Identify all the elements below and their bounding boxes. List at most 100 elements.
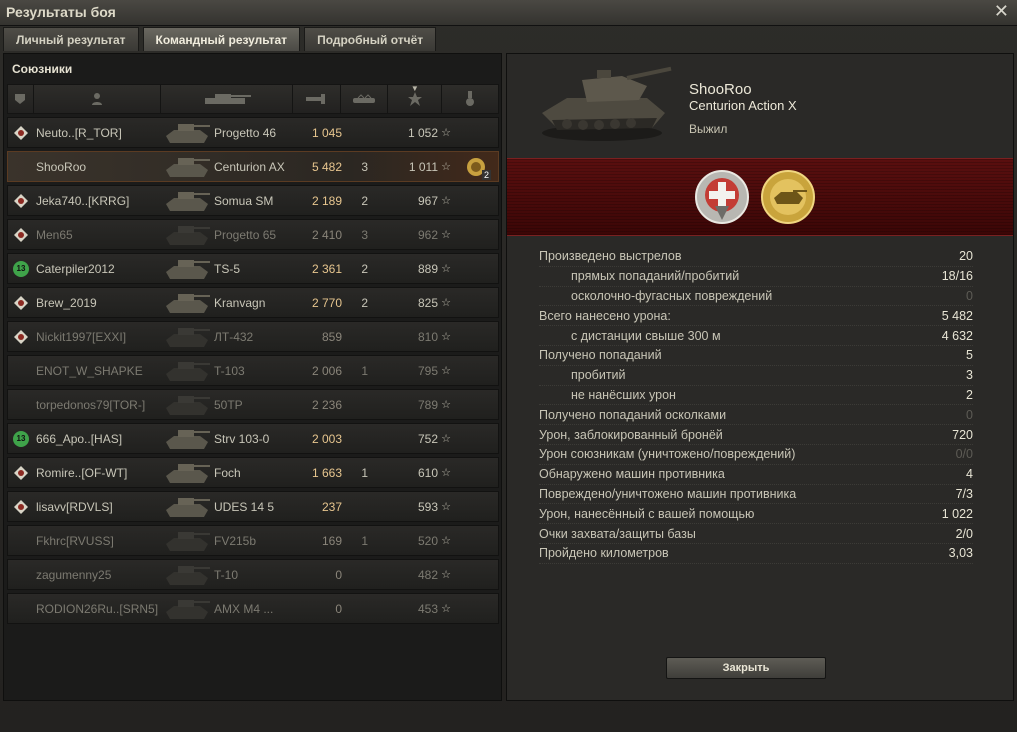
xp-value: 962 [417, 227, 438, 242]
vehicle-name: 50TP [214, 397, 243, 412]
tank-icon [162, 220, 210, 249]
frags-icon[interactable] [341, 85, 389, 113]
xp-value: 1 052 [407, 125, 438, 140]
stat-value: 20 [959, 249, 973, 264]
platoon-cell [8, 193, 34, 209]
damage-value: 2 003 [311, 431, 342, 446]
damage-value: 2 006 [311, 363, 342, 378]
player-name: Caterpiler2012 [36, 261, 115, 276]
player-name: Neuto..[R_TOR] [36, 125, 122, 140]
close-button[interactable]: Закрыть [666, 657, 826, 679]
vehicle-name: TS-5 [214, 261, 241, 276]
table-row[interactable]: 13 Caterpiler2012 TS-5 2 361 2 889 ☆ [7, 253, 499, 284]
table-row[interactable]: lisavv[RDVLS] UDES 14 5 237 593 ☆ [7, 491, 499, 522]
title-bar: Результаты боя ✕ [0, 0, 1017, 26]
stats-list: Произведено выстрелов 20 прямых попаданий/… [539, 247, 973, 564]
stat-row: не нанёсших урон 2 [539, 386, 973, 406]
tank-icon [162, 288, 210, 317]
medal-count: 2 [481, 169, 491, 180]
platoon-cell: 13 [8, 260, 34, 277]
table-row[interactable]: torpedonos79[TOR-] 50TP 2 236 789 ☆ [7, 389, 499, 420]
frags-value: 2 [361, 261, 368, 276]
stat-row: Урон, нанесённый с вашей помощью 1 022 [539, 504, 973, 525]
table-row[interactable]: Jeka740..[KRRG] Somua SM 2 189 2 967 ☆ [7, 185, 499, 216]
player-name: 666_Apo..[HAS] [36, 431, 123, 446]
vehicle-name: Centurion AX [214, 159, 285, 174]
tab-bar: Личный результат Командный результат Под… [3, 27, 440, 51]
stat-row: Урон союзникам (уничтожено/повреждений) 0… [539, 445, 973, 465]
player-name: Jeka740..[KRRG] [36, 193, 130, 208]
tab-personal[interactable]: Личный результат [3, 27, 139, 51]
window-title: Результаты боя [6, 4, 116, 20]
table-row[interactable]: ShooRoo Centurion AX 5 482 3 1 011 ☆ 2 [7, 151, 499, 182]
stat-value: 5 [966, 348, 973, 363]
stat-value: 1 022 [941, 506, 973, 521]
stat-value: 2 [966, 387, 973, 402]
player-name: lisavv[RDVLS] [36, 499, 113, 514]
stat-label: Урон, заблокированный бронёй [539, 427, 723, 442]
stat-row: Обнаружено машин противника 4 [539, 465, 973, 485]
damage-value: 2 189 [311, 193, 342, 208]
stat-label: не нанёсших урон [571, 387, 676, 402]
vehicle-name: Somua SM [214, 193, 274, 208]
stat-row: Пройдено километров 3,03 [539, 544, 973, 564]
stat-value: 720 [952, 427, 973, 442]
damage-value: 237 [321, 499, 342, 514]
tab-detailed[interactable]: Подробный отчёт [304, 27, 437, 51]
stat-row: Очки захвата/защиты базы 2/0 [539, 524, 973, 544]
player-name: RODION26Ru..[SRN5] [36, 601, 159, 616]
tank-icon [162, 492, 210, 521]
platoon-cell [8, 499, 34, 515]
stat-value: 4 [966, 467, 973, 482]
player-name: Nickit1997[EXXI] [36, 329, 127, 344]
table-row[interactable]: Men65 Progetto 65 2 410 3 962 ☆ [7, 219, 499, 250]
table-row[interactable]: 13 666_Apo..[HAS] Strv 103-0 2 003 752 ☆ [7, 423, 499, 454]
damage-value: 5 482 [311, 159, 342, 174]
tank-icon [162, 356, 210, 385]
frags-value: 3 [361, 159, 368, 174]
vehicle-name: Strv 103-0 [214, 431, 270, 446]
sniper-medal-icon[interactable]: 2 [465, 156, 491, 180]
player-list: Neuto..[R_TOR] Progetto 46 1 045 1 052 ☆… [7, 117, 499, 627]
table-row[interactable]: Neuto..[R_TOR] Progetto 46 1 045 1 052 ☆ [7, 117, 499, 148]
stat-label: Произведено выстрелов [539, 249, 682, 264]
table-row[interactable]: zagumenny25 T-10 0 482 ☆ [7, 559, 499, 590]
table-row[interactable]: RODION26Ru..[SRN5] AMX M4 ... 0 453 ☆ [7, 593, 499, 624]
top-gun-medal-icon[interactable] [759, 168, 817, 226]
star-icon: ☆ [441, 127, 451, 139]
xp-value: 889 [417, 261, 438, 276]
table-row[interactable]: ENOT_W_SHAPKE T-103 2 006 1 795 ☆ [7, 355, 499, 386]
table-row[interactable]: Brew_2019 Kranvagn 2 770 2 825 ☆ [7, 287, 499, 318]
star-icon: ☆ [441, 399, 451, 411]
close-icon[interactable]: ✕ [994, 1, 1009, 22]
stat-label: Очки захвата/защиты базы [539, 526, 696, 541]
stat-value: 5 482 [941, 308, 973, 323]
player-name: Fkhrc[RVUSS] [36, 533, 114, 548]
table-row[interactable]: Romire..[OF-WT] Foch 1 663 1 610 ☆ [7, 457, 499, 488]
tab-team[interactable]: Командный результат [142, 27, 301, 51]
clan-emblem-icon [14, 465, 28, 480]
xp-star-icon[interactable]: ▼ [388, 84, 443, 113]
medal-icon[interactable] [442, 85, 498, 113]
stat-row: Всего нанесено урона: 5 482 [539, 306, 973, 327]
platoon-cell [8, 125, 34, 141]
stat-value: 0/0 [955, 447, 973, 462]
table-row[interactable]: Nickit1997[EXXI] ЛТ-432 859 810 ☆ [7, 321, 499, 352]
star-icon: ☆ [441, 161, 451, 173]
stat-value: 3 [966, 368, 973, 383]
star-icon: ☆ [441, 331, 451, 343]
damage-icon[interactable] [293, 85, 341, 113]
player-name: Men65 [36, 227, 73, 242]
player-icon[interactable] [34, 85, 162, 113]
table-row[interactable]: Fkhrc[RVUSS] FV215b 169 1 520 ☆ [7, 525, 499, 556]
xp-value: 752 [417, 431, 438, 446]
tank-icon [162, 254, 210, 283]
stat-label: Получено попаданий осколками [539, 407, 727, 422]
defender-medal-icon[interactable] [693, 168, 751, 226]
tank-icon [162, 458, 210, 487]
platoon-icon[interactable] [8, 85, 34, 113]
tank-icon [162, 526, 210, 555]
vehicle-icon[interactable] [161, 85, 293, 113]
player-name: Romire..[OF-WT] [36, 465, 128, 480]
star-icon: ☆ [441, 467, 451, 479]
